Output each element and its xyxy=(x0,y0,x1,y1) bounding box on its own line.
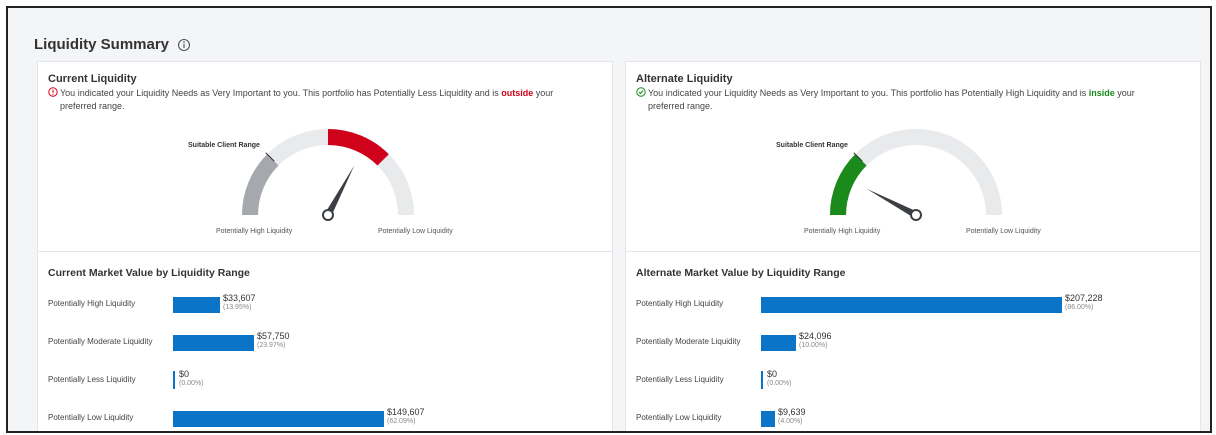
bar xyxy=(761,297,1062,313)
inside-emphasis: inside xyxy=(1088,88,1115,98)
current-liquidity-message: You indicated your Liquidity Needs as Ve… xyxy=(48,87,588,113)
gauge-graphic xyxy=(242,129,414,221)
suitable-client-range-label: Suitable Client Range xyxy=(776,142,848,149)
bar-label: Potentially High Liquidity xyxy=(636,299,724,308)
liquidity-summary-card: Liquidity Summary Current Liquidity You … xyxy=(6,6,1212,433)
gauge-track xyxy=(830,129,1002,216)
bar xyxy=(173,297,220,313)
bar-zero-marker xyxy=(173,371,175,389)
current-liquidity-title: Current Liquidity xyxy=(48,73,137,85)
alternate-market-value-section: Alternate Market Value by Liquidity Rang… xyxy=(626,253,1200,431)
message-line2: preferred range. xyxy=(60,101,125,111)
bar-percent: (4.00%) xyxy=(778,418,803,425)
current-market-value-section: Current Market Value by Liquidity Range … xyxy=(38,253,612,431)
bar-row: Potentially Low Liquidity $9,639 (4.00%) xyxy=(626,407,1200,431)
current-liquidity-gauge: Suitable Client Range Potentially High L… xyxy=(38,122,614,252)
check-circle-icon xyxy=(636,87,646,97)
bar-label: Potentially Low Liquidity xyxy=(48,413,134,422)
gauge-suitable-range xyxy=(242,154,279,216)
gauge-highlight xyxy=(830,154,867,216)
bar-percent: (0.00%) xyxy=(767,380,792,387)
alternate-liquidity-section: Alternate Liquidity You indicated your L… xyxy=(626,62,1200,252)
bar-row: Potentially Less Liquidity $0 (0.00%) xyxy=(626,369,1200,393)
message-text: You indicated your Liquidity Needs as Ve… xyxy=(60,88,502,98)
gauge-highlight xyxy=(327,129,389,166)
bar-value: $0 xyxy=(767,369,778,379)
bar-value: $207,228 xyxy=(1065,293,1103,303)
gauge-hub xyxy=(322,209,334,221)
bar xyxy=(761,411,775,427)
alert-circle-icon xyxy=(48,87,58,97)
bar-label: Potentially Low Liquidity xyxy=(636,413,722,422)
bar-label: Potentially Less Liquidity xyxy=(636,375,724,384)
bar-label: Potentially Moderate Liquidity xyxy=(48,337,153,346)
alternate-bars-title: Alternate Market Value by Liquidity Rang… xyxy=(636,267,846,279)
bar-value: $57,750 xyxy=(257,331,290,341)
bar-label: Potentially High Liquidity xyxy=(48,299,136,308)
bar-row: Potentially High Liquidity $33,607 (13.95%… xyxy=(38,293,612,317)
bar-zero-marker xyxy=(761,371,763,389)
bar-value: $9,639 xyxy=(778,407,806,417)
bar-percent: (0.00%) xyxy=(179,380,204,387)
bar-label: Potentially Less Liquidity xyxy=(48,375,136,384)
bar xyxy=(173,335,254,351)
bar-row: Potentially Low Liquidity $149,607 (62.09%… xyxy=(38,407,612,431)
bar-percent: (10.00%) xyxy=(799,342,828,349)
gauge-needle xyxy=(866,188,918,219)
bar-row: Potentially Less Liquidity $0 (0.00%) xyxy=(38,369,612,393)
message-text-end: your xyxy=(1114,88,1135,98)
message-line2: preferred range. xyxy=(648,101,713,111)
bar-value: $149,607 xyxy=(387,407,425,417)
bar-row: Potentially Moderate Liquidity $57,750 (23… xyxy=(38,331,612,355)
info-circle-icon[interactable] xyxy=(177,38,191,52)
message-text: You indicated your Liquidity Needs as Ve… xyxy=(648,88,1089,98)
alternate-liquidity-title: Alternate Liquidity xyxy=(636,73,733,85)
bar-label: Potentially Moderate Liquidity xyxy=(636,337,741,346)
gauge-left-label: Potentially High Liquidity xyxy=(216,228,293,235)
gauge-left-label: Potentially High Liquidity xyxy=(804,228,881,235)
bar-percent: (23.97%) xyxy=(257,342,286,349)
bar-percent: (86.00%) xyxy=(1065,304,1094,311)
bar-value: $33,607 xyxy=(223,293,256,303)
gauge-hub xyxy=(910,209,922,221)
page-title: Liquidity Summary xyxy=(34,36,170,53)
current-liquidity-panel: Current Liquidity You indicated your Liq… xyxy=(37,61,613,431)
bar xyxy=(173,411,384,427)
bar-percent: (13.95%) xyxy=(223,304,252,311)
gauge-right-label: Potentially Low Liquidity xyxy=(966,228,1041,235)
bar-value: $0 xyxy=(179,369,190,379)
title-row: Liquidity Summary xyxy=(34,36,191,53)
gauge-right-label: Potentially Low Liquidity xyxy=(378,228,453,235)
message-text-end: your xyxy=(533,88,554,98)
alternate-liquidity-message: You indicated your Liquidity Needs as Ve… xyxy=(636,87,1176,113)
bar-row: Potentially High Liquidity $207,228 (86.00… xyxy=(626,293,1200,317)
current-liquidity-section: Current Liquidity You indicated your Liq… xyxy=(38,62,612,252)
outside-emphasis: outside xyxy=(501,88,534,98)
bar xyxy=(761,335,796,351)
alternate-liquidity-panel: Alternate Liquidity You indicated your L… xyxy=(625,61,1201,431)
suitable-client-range-label: Suitable Client Range xyxy=(188,142,260,149)
current-bars-title: Current Market Value by Liquidity Range xyxy=(48,267,250,279)
gauge-needle xyxy=(324,165,355,217)
alternate-liquidity-gauge: Suitable Client Range Potentially High L… xyxy=(626,122,1202,252)
gauge-graphic xyxy=(830,129,1002,221)
bar-percent: (62.09%) xyxy=(387,418,416,425)
bar-value: $24,096 xyxy=(799,331,832,341)
bar-row: Potentially Moderate Liquidity $24,096 (10… xyxy=(626,331,1200,355)
